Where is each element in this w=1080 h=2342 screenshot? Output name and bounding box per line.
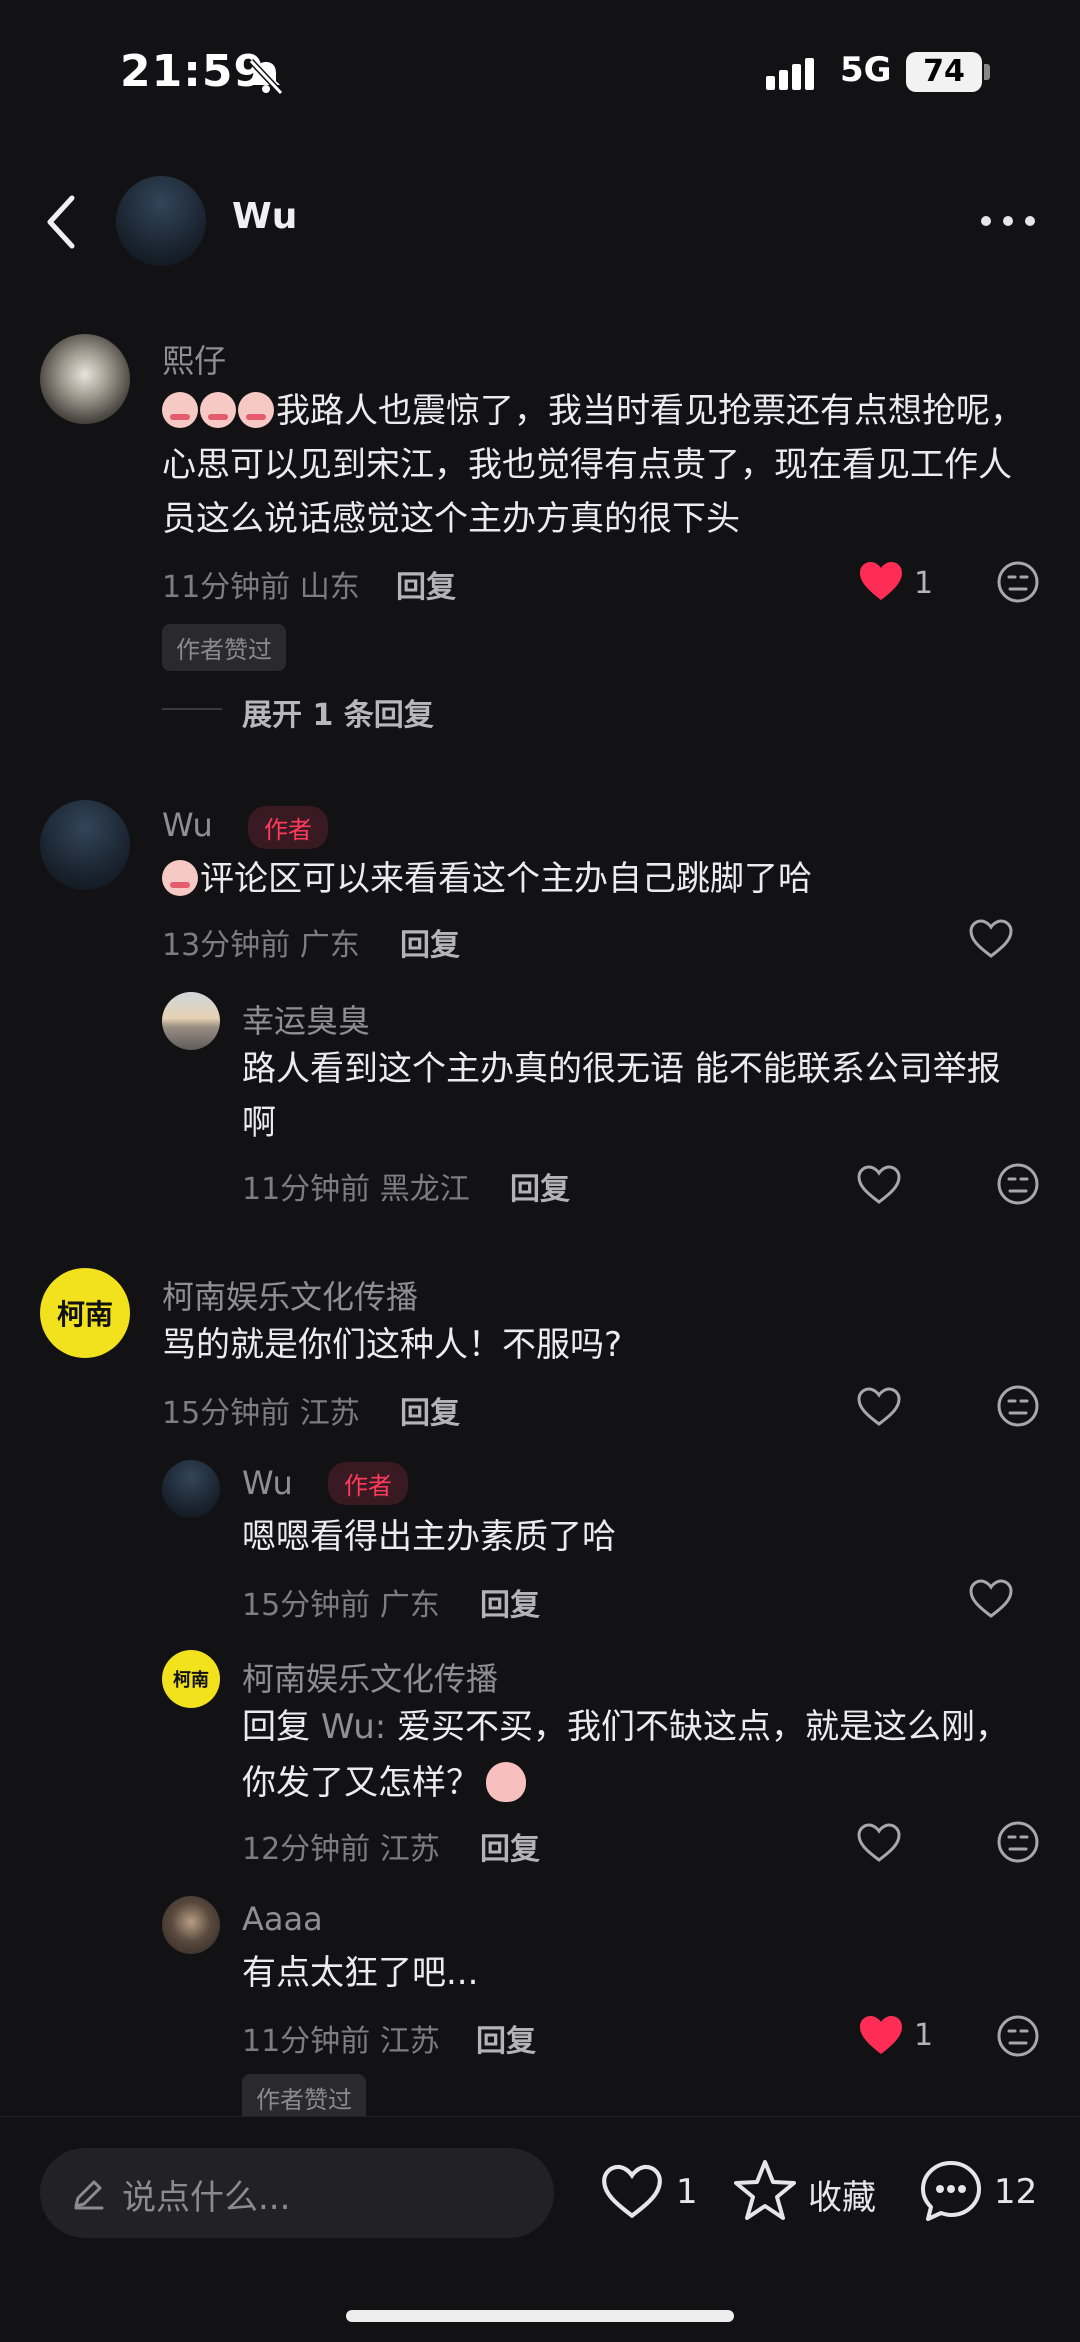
heart-outline-icon[interactable]: [856, 1386, 902, 1428]
header-username[interactable]: Wu: [232, 196, 297, 237]
comment-time: 11分钟前 江苏: [242, 2024, 440, 2059]
star-icon[interactable]: [732, 2158, 798, 2222]
comment-text: 回复 Wu: 爱买不买，我们不缺这点，就是这么刚，: [242, 1707, 1010, 1747]
battery-cap: [984, 64, 990, 80]
heart-filled-icon[interactable]: [858, 2014, 904, 2056]
heart-outline-icon[interactable]: [856, 1164, 902, 1206]
avatar[interactable]: [162, 992, 220, 1050]
header-avatar[interactable]: [116, 176, 206, 266]
comment-text: 我路人也震惊了，我当时看见抢票还有点想抢呢，心思可以见到宋江，我也觉得有点贵了，…: [162, 391, 1024, 539]
heart-outline-icon[interactable]: [600, 2162, 664, 2222]
bell-muted-icon: [248, 58, 284, 96]
peach-emoji-icon: [486, 1762, 526, 1802]
comment-username[interactable]: 柯南娱乐文化传播: [162, 1272, 418, 1318]
comment-count[interactable]: 12: [994, 2172, 1037, 2212]
author-liked-tag: 作者赞过: [162, 624, 286, 671]
heart-outline-icon[interactable]: [856, 1822, 902, 1864]
like-count: 1: [914, 2018, 934, 2053]
dislike-face-icon[interactable]: [996, 560, 1040, 604]
reply-button[interactable]: 回复: [400, 920, 460, 964]
heart-outline-icon[interactable]: [968, 918, 1014, 960]
heart-filled-icon[interactable]: [858, 560, 904, 602]
comment-username[interactable]: Wu: [242, 1464, 293, 1502]
reply-button[interactable]: 回复: [480, 1824, 540, 1868]
favorite-label[interactable]: 收藏: [808, 2170, 876, 2219]
reply-button[interactable]: 回复: [400, 1388, 460, 1432]
back-arrow-icon[interactable]: [42, 192, 82, 252]
reply-button[interactable]: 回复: [510, 1164, 570, 1208]
pencil-icon: [74, 2180, 104, 2210]
author-badge: 作者: [248, 806, 328, 849]
comment-text-line2: 你发了又怎样？: [242, 1756, 526, 1810]
expand-replies-link[interactable]: 展开 1 条回复: [242, 690, 434, 734]
comment-time: 15分钟前 江苏: [162, 1396, 360, 1431]
comment-username[interactable]: 柯南娱乐文化传播: [242, 1654, 498, 1700]
status-time: 21:59: [120, 46, 266, 97]
comment-text: 嗯嗯看得出主办素质了哈: [242, 1517, 616, 1557]
reply-button[interactable]: 回复: [480, 1580, 540, 1624]
crying-emoji-icon: [200, 392, 236, 428]
comment-text: 评论区可以来看看这个主办自己跳脚了哈: [162, 852, 812, 906]
avatar[interactable]: [162, 1460, 220, 1518]
battery-level: 74: [906, 52, 982, 92]
dislike-face-icon[interactable]: [996, 2014, 1040, 2058]
like-count: 1: [914, 566, 934, 601]
author-liked-tag: 作者赞过: [242, 2074, 366, 2121]
comment-time: 11分钟前 山东: [162, 570, 360, 605]
crying-emoji-icon: [162, 860, 198, 896]
comment-time: 13分钟前 广东: [162, 928, 360, 963]
comment-input-placeholder[interactable]: 说点什么...: [122, 2170, 290, 2219]
network-type: 5G: [840, 50, 892, 90]
comment-input[interactable]: [40, 2148, 554, 2238]
avatar[interactable]: [40, 800, 130, 890]
comment-text: 有点太狂了吧...: [242, 1953, 479, 1993]
comment-bubble-icon[interactable]: [918, 2158, 984, 2224]
brand-logo-avatar[interactable]: 柯南: [162, 1650, 220, 1708]
brand-logo-avatar[interactable]: 柯南: [40, 1268, 130, 1358]
reply-button[interactable]: 回复: [396, 562, 456, 606]
comment-username[interactable]: Wu: [162, 806, 213, 844]
home-indicator[interactable]: [346, 2310, 734, 2322]
divider: [162, 708, 222, 710]
dislike-face-icon[interactable]: [996, 1384, 1040, 1428]
dislike-face-icon[interactable]: [996, 1820, 1040, 1864]
comment-text: 路人看到这个主办真的很无语 能不能联系公司举报: [242, 1049, 1001, 1089]
post-like-count[interactable]: 1: [676, 2172, 698, 2212]
author-badge: 作者: [328, 1462, 408, 1505]
comment-time: 11分钟前 黑龙江: [242, 1172, 470, 1207]
avatar[interactable]: [40, 334, 130, 424]
more-options-icon[interactable]: [980, 214, 1036, 228]
heart-outline-icon[interactable]: [968, 1578, 1014, 1620]
reply-button[interactable]: 回复: [476, 2016, 536, 2060]
comment-username[interactable]: 幸运臭臭: [242, 996, 370, 1042]
comment-username[interactable]: Aaaa: [242, 1900, 323, 1938]
reply-mention[interactable]: Wu:: [321, 1707, 386, 1747]
dislike-face-icon[interactable]: [996, 1162, 1040, 1206]
comment-username[interactable]: 熙仔: [162, 336, 226, 382]
crying-emoji-icon: [162, 392, 198, 428]
comment-text-line2: 啊: [242, 1103, 276, 1143]
avatar[interactable]: [162, 1896, 220, 1954]
signal-icon: [766, 58, 814, 90]
comment-time: 12分钟前 江苏: [242, 1832, 440, 1867]
comment-text: 骂的就是你们这种人！不服吗?: [162, 1325, 623, 1365]
comment-time: 15分钟前 广东: [242, 1588, 440, 1623]
crying-emoji-icon: [238, 392, 274, 428]
